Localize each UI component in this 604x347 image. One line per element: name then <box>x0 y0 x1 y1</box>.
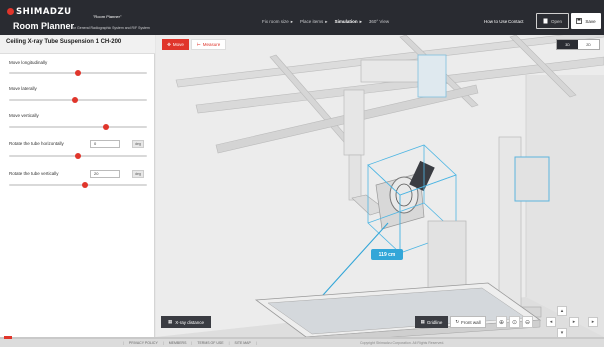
move-longitudinally-slider[interactable] <box>9 70 147 76</box>
arrow-down-icon[interactable]: ▾ <box>557 328 567 337</box>
footer: | PRIVACY POLICY | MEMBERS | TERMS OF US… <box>0 339 604 347</box>
rotate-horizontally-slider[interactable] <box>9 153 147 159</box>
move-laterally-label: Move laterally <box>9 86 37 91</box>
zoom-out-icon[interactable]: ⊖ <box>522 316 533 328</box>
rotate-horizontally-input[interactable]: 0 <box>90 140 120 148</box>
grid-icon: ▦ <box>420 319 425 324</box>
slider-thumb[interactable] <box>102 124 109 130</box>
rotate-vertically-input[interactable]: 20 <box>90 170 120 178</box>
arrow-right-icon[interactable]: ▸ <box>569 317 579 327</box>
refresh-icon: ↻ <box>455 319 460 324</box>
contact-link[interactable]: Contact <box>508 19 524 24</box>
slider-thumb[interactable] <box>75 70 81 76</box>
deg-unit: deg <box>132 140 144 148</box>
brand-logo: SHIMADZU <box>16 7 72 17</box>
panel-title: Ceiling X-ray Tube Suspension 1 CH-200 <box>0 35 155 54</box>
gridline-toggle[interactable]: ▦ Gridline <box>415 316 448 328</box>
view-3d-option[interactable]: 3D <box>557 40 578 49</box>
move-vertically-label: Move vertically <box>9 113 39 118</box>
file-icon <box>543 18 548 24</box>
privacy-policy-link[interactable]: PRIVACY POLICY <box>129 341 158 345</box>
shimadzu-logo-icon <box>7 8 14 15</box>
slider-thumb[interactable] <box>75 153 81 159</box>
arrow-forward-icon[interactable]: ▸ <box>588 317 598 327</box>
arrow-up-icon[interactable]: ▴ <box>557 306 567 316</box>
save-button[interactable]: Save <box>571 13 601 29</box>
properties-panel: Ceiling X-ray Tube Suspension 1 CH-200 M… <box>0 35 155 347</box>
measure-tool-button[interactable]: ⊢ Measure <box>191 39 226 50</box>
view-mode-toggle[interactable]: 3D 2D <box>556 39 600 50</box>
table-column <box>427 220 467 292</box>
deg-unit: deg <box>132 170 144 178</box>
zoom-in-icon[interactable]: ⊕ <box>496 316 507 328</box>
ruler-icon: ⊢ <box>196 41 201 47</box>
step-place-items[interactable]: Place items ▸ <box>300 19 328 25</box>
grid-icon: ▦ <box>167 319 173 324</box>
move-tool-button[interactable]: ✥ Move <box>162 39 189 50</box>
slider-thumb[interactable] <box>72 97 79 103</box>
move-icon: ✥ <box>167 41 171 47</box>
move-longitudinally-label: Move longitudinally <box>9 60 48 65</box>
chevron-right-icon: ▸ <box>359 19 362 24</box>
xray-distance-button[interactable]: ▦ X-ray distance <box>161 316 211 328</box>
reset-view-icon[interactable]: ⊙ <box>509 316 520 328</box>
simulation-viewport[interactable]: ✥ Move ⊢ Measure 3D 2D 119 cm ▦ X-ray di… <box>156 35 604 337</box>
how-to-use-link[interactable]: How to Use <box>484 19 507 24</box>
chevron-right-icon: ▸ <box>290 19 294 24</box>
slider-thumb[interactable] <box>81 182 88 188</box>
members-link[interactable]: MEMBERS <box>169 341 187 345</box>
view-2d-option[interactable]: 2D <box>578 40 599 49</box>
rotate-vertically-label: Rotate the tube vertically <box>9 171 59 176</box>
copyright: Copyright Shimadzu Corporation. All Righ… <box>360 341 445 345</box>
arrow-left-icon[interactable]: ◂ <box>546 317 556 327</box>
footer-links: | PRIVACY POLICY | MEMBERS | TERMS OF US… <box>123 341 257 345</box>
site-map-link[interactable]: SITE MAP <box>235 341 251 345</box>
front-wall-toggle[interactable]: ↻ Front wall <box>450 316 486 328</box>
open-button[interactable]: Open <box>536 13 569 29</box>
app-name: Room Planner <box>13 21 75 31</box>
move-vertically-slider[interactable] <box>9 124 147 130</box>
step-fix-room-size[interactable]: Fix room size ▸ <box>262 19 293 25</box>
chevron-right-icon: ▸ <box>325 19 328 24</box>
move-laterally-slider[interactable] <box>9 97 147 103</box>
workflow-steps: Fix room size ▸ Place items ▸ Simulation ▸ … <box>262 19 389 25</box>
step-simulation[interactable]: Simulation ▸ <box>335 19 362 25</box>
save-icon <box>576 18 583 24</box>
room-3d-render <box>156 35 604 337</box>
terms-of-use-link[interactable]: TERMS OF USE <box>197 341 223 345</box>
product-subtitle: for General Radiographic System and R/F … <box>72 26 150 30</box>
product-quote: "Room Planner" <box>93 14 122 19</box>
app-header: SHIMADZU Room Planner "Room Planner" for… <box>0 0 604 35</box>
rotate-vertically-slider[interactable] <box>9 182 147 188</box>
distance-readout: 119 cm <box>371 249 403 260</box>
step-360-view[interactable]: 360° View <box>369 19 389 25</box>
rotate-horizontally-label: Rotate the tube horizontally <box>9 141 64 146</box>
